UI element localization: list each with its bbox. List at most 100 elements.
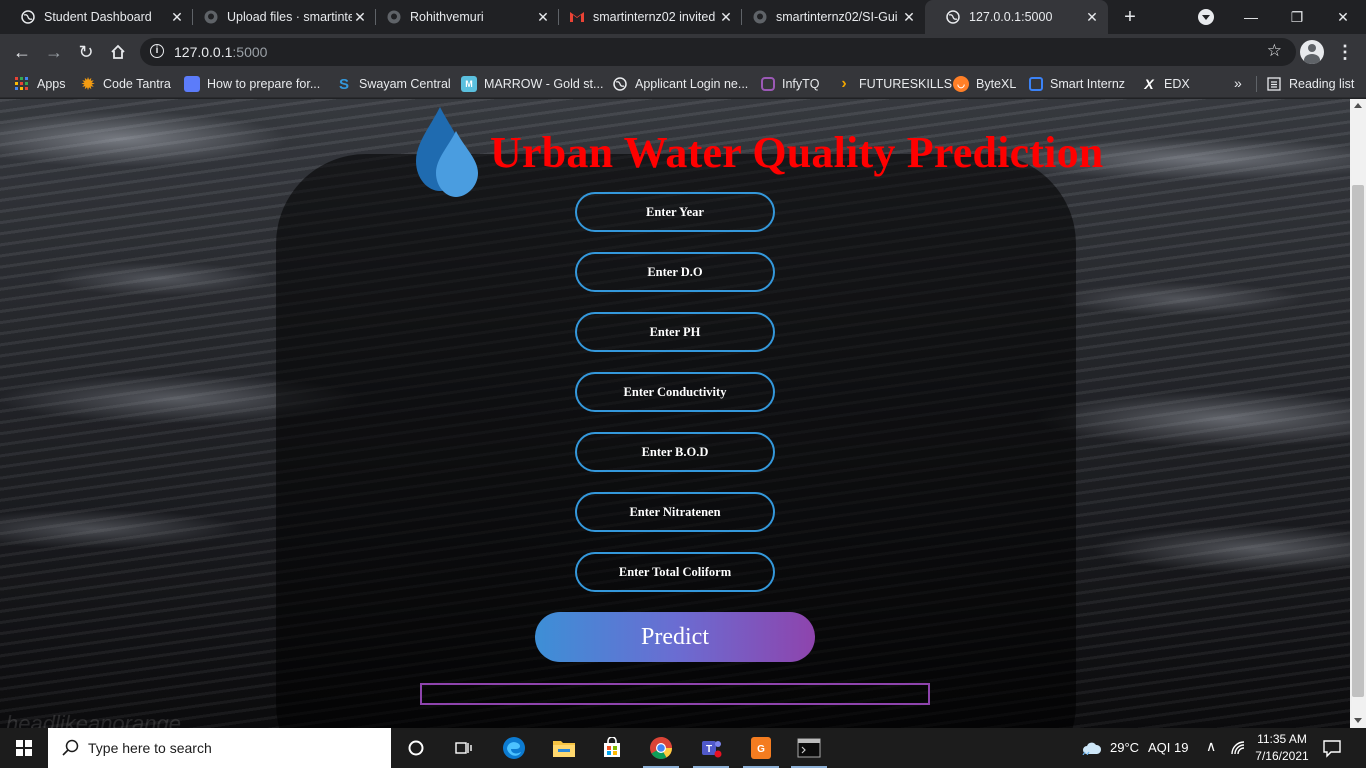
predict-button[interactable]: Predict [535,612,815,662]
clock-time: 11:35 AM [1257,732,1307,746]
edge-browser-icon[interactable] [490,728,538,768]
page-viewport: headlikeanorange Urban Water Quality Pre… [0,99,1350,728]
background-watermark: headlikeanorange [6,711,181,728]
address-bar[interactable]: i 127.0.0.1:5000 ☆ [140,38,1296,66]
tab-si-guided[interactable]: smartinternz02/SI-Gui ✕ [732,0,925,34]
bookmark-edx[interactable]: X EDX [1141,75,1190,93]
bookmark-label: Smart Internz [1050,77,1126,91]
bookmarks-bar: Apps ✹ Code Tantra How to prepare for...… [0,70,1366,98]
bookmark-label: EDX [1164,77,1190,91]
bookmark-infytq[interactable]: InfyTQ [761,75,820,93]
cortana-icon[interactable] [392,728,440,768]
teams-icon[interactable]: T [687,728,735,768]
tray-chevron-up-icon[interactable]: ∧ [1206,738,1216,755]
weather-cloud-icon[interactable] [1082,741,1102,755]
more-menu-icon[interactable]: ⋮ [1336,42,1354,62]
tab-upload-files[interactable]: Upload files · smartinte ✕ [183,0,376,34]
minimize-icon[interactable]: — [1228,0,1274,34]
bookmark-futureskills[interactable]: › FUTURESKILLS [836,75,952,93]
scroll-down-arrow-icon[interactable] [1354,718,1362,723]
site-info-icon[interactable]: i [150,44,164,58]
reading-list-icon [1266,76,1282,92]
bookmark-how-to-prepare[interactable]: How to prepare for... [184,75,320,93]
tab-gmail-invite[interactable]: smartinternz02 invited ✕ [549,0,742,34]
tab-rohithvemuri[interactable]: Rohithvemuri ✕ [366,0,559,34]
bookmark-bytexl[interactable]: ◡ ByteXL [953,75,1016,93]
bod-input[interactable] [575,432,775,472]
file-explorer-icon[interactable] [540,728,588,768]
tab-search-icon[interactable] [1198,9,1214,25]
bookmark-label: FUTURESKILLS [859,77,953,91]
tab-student-dashboard[interactable]: Student Dashboard ✕ [0,0,193,34]
tab-title: smartinternz02/SI-Gui [776,10,898,24]
home-icon[interactable] [106,40,130,64]
forward-arrow-icon[interactable]: → [42,40,66,64]
bookmark-code-tantra[interactable]: ✹ Code Tantra [80,75,171,93]
close-icon[interactable]: ✕ [1084,9,1100,25]
bookmark-applicant-login[interactable]: Applicant Login ne... [612,75,748,93]
reload-icon[interactable]: ↻ [74,40,98,64]
bookmarks-overflow-chevron[interactable]: » [1234,75,1242,91]
microsoft-store-icon[interactable] [588,728,636,768]
reading-list[interactable]: Reading list [1266,75,1354,93]
back-arrow-icon[interactable]: ← [10,40,34,64]
bookmark-smart-internz[interactable]: Smart Internz [1029,75,1125,93]
bookmark-marrow[interactable]: M MARROW - Gold st... [461,75,603,93]
bookmark-label: Code Tantra [103,77,171,91]
scroll-up-arrow-icon[interactable] [1354,103,1362,108]
windows-start-icon[interactable] [16,740,32,756]
chevron-right-icon: › [841,75,847,92]
pdf-reader-icon[interactable]: G [737,728,785,768]
ph-input[interactable] [575,312,775,352]
bookmarks-divider [1256,76,1257,92]
taskbar-search-box[interactable]: Type here to search [48,728,391,768]
page-scrollbar[interactable] [1350,99,1366,728]
window-close-icon[interactable]: ✕ [1320,0,1366,34]
total-coliform-input[interactable] [575,552,775,592]
edx-icon: X [1144,76,1154,92]
year-input[interactable] [575,192,775,232]
task-view-icon[interactable] [440,728,488,768]
bookmark-label: MARROW - Gold st... [484,77,604,91]
bookmark-apps[interactable]: Apps [14,75,66,93]
search-placeholder: Type here to search [88,740,212,756]
globe-icon [945,9,961,25]
reading-list-label: Reading list [1289,77,1355,91]
tab-title: 127.0.0.1:5000 [969,10,1053,24]
globe-icon [612,76,628,92]
image-icon [184,76,200,92]
water-drop-icon [416,107,478,197]
svg-text:T: T [706,744,712,755]
do-input[interactable] [575,252,775,292]
tab-localhost-active[interactable]: 127.0.0.1:5000 ✕ [925,0,1108,34]
apps-grid-icon [14,76,30,92]
bookmark-swayam[interactable]: S Swayam Central [336,75,451,93]
scroll-thumb[interactable] [1352,185,1364,697]
weather-temperature[interactable]: 29°C [1110,740,1139,755]
github-icon [752,9,768,25]
swayam-icon: S [338,75,349,93]
tab-strip: Student Dashboard ✕ Upload files · smart… [0,0,1366,34]
close-icon[interactable]: ✕ [901,9,917,25]
nitrate-input[interactable] [575,492,775,532]
restore-icon[interactable]: ❐ [1274,0,1320,34]
tab-title: Rohithvemuri [410,10,484,24]
smartinternz-icon [1029,77,1043,91]
gear-sun-icon: ✹ [81,76,95,93]
bookmark-label: InfyTQ [782,77,820,91]
wifi-icon[interactable] [1230,740,1246,756]
conductivity-input[interactable] [575,372,775,412]
tab-title: Student Dashboard [44,10,152,24]
bookmark-label: How to prepare for... [207,77,321,91]
notification-center-icon[interactable] [1322,738,1342,758]
github-icon [386,9,402,25]
weather-aqi[interactable]: AQI 19 [1148,740,1188,755]
new-tab-button[interactable]: + [1119,6,1141,28]
taskbar-clock[interactable]: 11:35 AM 7/16/2021 [1250,731,1314,765]
page-title: Urban Water Quality Prediction [490,128,1104,177]
profile-avatar-icon[interactable] [1300,40,1324,64]
chrome-icon[interactable] [637,728,685,768]
terminal-icon[interactable] [785,728,833,768]
bookmark-star-icon[interactable]: ☆ [1267,41,1282,61]
clock-date: 7/16/2021 [1255,749,1309,763]
